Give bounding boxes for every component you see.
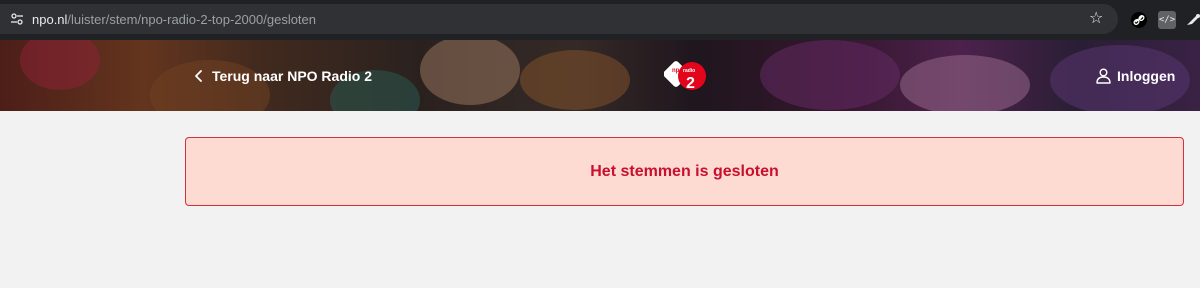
- header-banner: Terug naar NPO Radio 2 npo radio 2 Inlog…: [0, 40, 1200, 111]
- code-extension-icon[interactable]: </>: [1158, 11, 1176, 29]
- login-button[interactable]: Inloggen: [1096, 66, 1175, 86]
- url-host: npo.nl: [32, 12, 68, 27]
- url-path: /luister/stem/npo-radio-2-top-2000/geslo…: [67, 12, 317, 27]
- browser-toolbar: npo.nl/luister/stem/npo-radio-2-top-2000…: [0, 0, 1200, 40]
- voting-closed-alert: Het stemmen is gesloten: [185, 137, 1184, 206]
- chevron-left-icon: [195, 70, 202, 82]
- site-info-icon[interactable]: [10, 12, 24, 26]
- banner-overlay: [0, 40, 1200, 111]
- address-bar[interactable]: npo.nl/luister/stem/npo-radio-2-top-2000…: [0, 4, 1118, 34]
- logo-npo-text: npo: [672, 68, 683, 74]
- link-extension-icon[interactable]: [1130, 11, 1148, 29]
- npo-radio2-logo[interactable]: npo radio 2: [664, 58, 708, 94]
- user-icon: [1096, 68, 1111, 84]
- back-link-label: Terug naar NPO Radio 2: [212, 68, 372, 84]
- puzzle-extension-icon[interactable]: [1184, 11, 1200, 29]
- url-text[interactable]: npo.nl/luister/stem/npo-radio-2-top-2000…: [32, 12, 316, 27]
- login-label: Inloggen: [1117, 68, 1176, 84]
- logo-radio-text: radio: [683, 68, 695, 74]
- bookmark-star-icon[interactable]: ☆: [1089, 9, 1103, 29]
- logo-number-text: 2: [686, 75, 695, 92]
- back-to-radio2-link[interactable]: Terug naar NPO Radio 2: [194, 66, 372, 86]
- alert-message: Het stemmen is gesloten: [590, 162, 779, 180]
